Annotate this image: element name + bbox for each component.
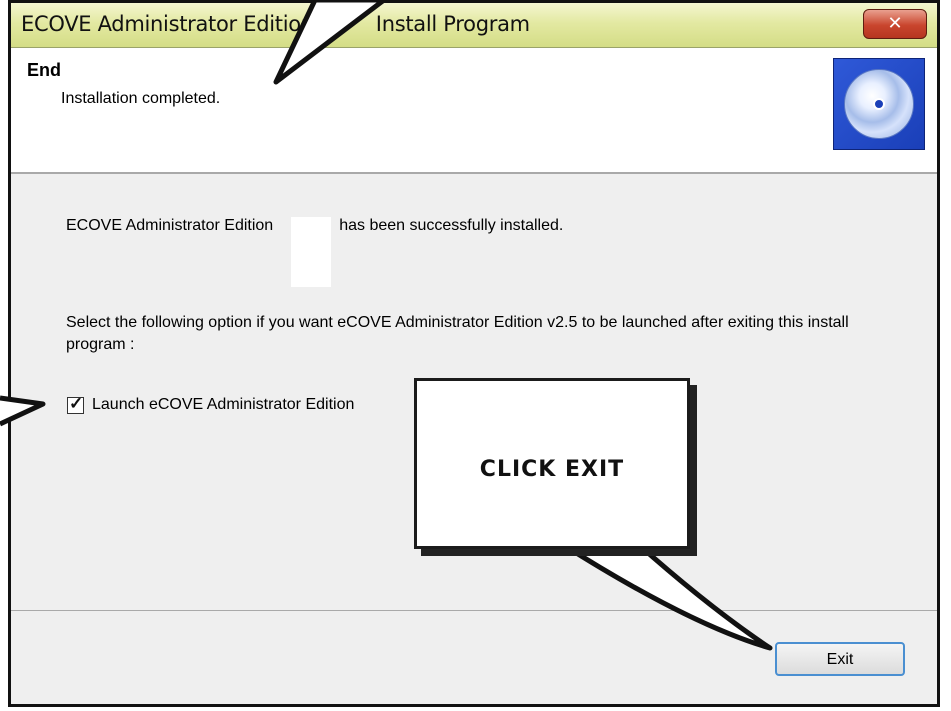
option-prompt: Select the following option if you want … [66,314,849,353]
disc-hole [873,98,885,110]
page-title: End [27,60,61,80]
redacted-version [291,217,332,287]
callout-text: CLICK EXIT [479,457,625,482]
header-panel: End Installation completed. [11,48,937,174]
disc-graphic [844,69,914,139]
exit-button[interactable]: Exit [775,642,905,676]
checkmark-icon: ✓ [69,394,84,413]
window-title-part1: ECOVE Administrator Edition [21,12,314,36]
window-title: ECOVE Administrator Edition Install Progr… [21,12,530,36]
cd-disc-icon [833,58,925,150]
button-bar: Exit [11,610,937,704]
click-exit-callout: CLICK EXIT [414,378,690,549]
close-x-icon: ✕ [887,13,903,34]
callout-join [566,538,636,546]
title-bar[interactable]: ECOVE Administrator Edition Install Progr… [11,3,937,48]
launch-checkbox-label[interactable]: Launch eCOVE Administrator Edition [92,396,354,414]
success-message-part2: has been successfully installed. [339,217,564,234]
success-message: ECOVE Administrator Edition has been succ… [66,217,563,287]
close-button[interactable]: ✕ [863,9,927,39]
launch-checkbox[interactable]: ✓ [67,394,84,414]
success-message-part1: ECOVE Administrator Edition [66,217,274,234]
page-subtitle: Installation completed. [61,90,221,107]
installer-window: ECOVE Administrator Edition Install Progr… [8,0,940,707]
window-title-part2: Install Program [375,12,530,36]
